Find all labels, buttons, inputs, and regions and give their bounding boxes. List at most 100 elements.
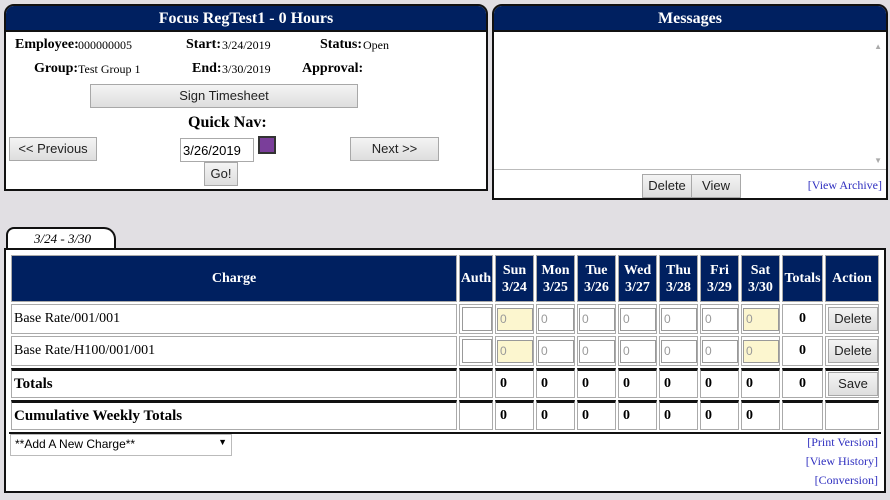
cumulative-day-total: 0 [741, 400, 780, 430]
day-date: 3/24 [502, 279, 527, 295]
employee-label: Employee: [15, 37, 79, 52]
totals-row: Totals 0 0 0 0 0 0 0 0 Save [11, 368, 879, 398]
go-button[interactable]: Go! [204, 162, 238, 186]
scroll-up-icon[interactable]: ▲ [874, 42, 882, 51]
hours-input[interactable] [702, 307, 738, 331]
day-date: 3/29 [707, 279, 732, 295]
hours-input[interactable] [579, 307, 615, 331]
hours-input[interactable] [702, 339, 738, 363]
status-label: Status: [320, 37, 363, 52]
day-name: Wed [623, 262, 652, 278]
day-name: Mon [541, 262, 570, 278]
header-day: Wed 3/27 [618, 255, 657, 302]
header-day: Sun 3/24 [495, 255, 534, 302]
messages-list[interactable]: ▲ ▼ [494, 34, 886, 170]
sign-timesheet-button[interactable]: Sign Timesheet [90, 84, 358, 108]
header-charge: Charge [11, 255, 457, 302]
cumulative-day-total: 0 [659, 400, 698, 430]
header-day: Sat 3/30 [741, 255, 780, 302]
header-row: Charge Auth Sun 3/24 Mon 3/25 Tue 3/26 Wed 3/27… [11, 255, 879, 302]
totals-label: Totals [11, 368, 457, 398]
group-value: Test Group 1 [78, 62, 141, 76]
day-name: Thu [666, 262, 691, 278]
dropdown-arrow-icon: ▼ [218, 437, 227, 447]
end-label: End: [192, 61, 222, 76]
day-date: 3/30 [748, 279, 773, 295]
day-name: Tue [585, 262, 608, 278]
delete-row-button[interactable]: Delete [828, 307, 878, 331]
hours-input[interactable] [497, 339, 533, 363]
delete-row-button[interactable]: Delete [828, 339, 878, 363]
day-total: 0 [536, 368, 575, 398]
day-date: 3/25 [543, 279, 568, 295]
hours-input[interactable] [538, 307, 574, 331]
quick-nav-label: Quick Nav: [188, 114, 267, 131]
header-day: Tue 3/26 [577, 255, 616, 302]
timesheet-title: Focus RegTest1 - 0 Hours [6, 6, 486, 32]
day-date: 3/27 [625, 279, 650, 295]
timesheet-grid-panel: Charge Auth Sun 3/24 Mon 3/25 Tue 3/26 Wed 3/27… [4, 248, 886, 493]
hours-input[interactable] [620, 339, 656, 363]
hours-input[interactable] [661, 339, 697, 363]
cumulative-label: Cumulative Weekly Totals [11, 400, 457, 430]
cumulative-day-total: 0 [536, 400, 575, 430]
auth-input[interactable] [462, 307, 492, 331]
add-charge-select[interactable]: **Add A New Charge** ▼ [10, 434, 232, 456]
previous-button[interactable]: << Previous [9, 137, 97, 161]
next-button[interactable]: Next >> [350, 137, 439, 161]
hours-input[interactable] [579, 339, 615, 363]
charge-row: Base Rate/H100/001/001 0Delete [11, 336, 879, 366]
quick-nav-date-input[interactable] [180, 138, 254, 162]
hours-input[interactable] [538, 339, 574, 363]
approval-label: Approval: [302, 61, 364, 76]
day-total: 0 [700, 368, 739, 398]
timesheet-table: Charge Auth Sun 3/24 Mon 3/25 Tue 3/26 Wed 3/27… [9, 253, 881, 434]
day-name: Sun [502, 262, 527, 278]
add-charge-value: **Add A New Charge** [15, 437, 136, 451]
day-total: 0 [577, 368, 616, 398]
header-auth: Auth [459, 255, 493, 302]
view-history-link[interactable]: [View History] [806, 454, 878, 469]
employee-value: 000000005 [78, 38, 132, 52]
messages-panel: Messages ▲ ▼ Delete View [View Archive] [492, 4, 888, 200]
messages-title: Messages [494, 6, 886, 32]
cumulative-row: Cumulative Weekly Totals 0 0 0 0 0 0 0 [11, 400, 879, 430]
header-day: Thu 3/28 [659, 255, 698, 302]
row-total: 0 [782, 336, 823, 366]
day-date: 3/26 [584, 279, 609, 295]
cumulative-day-total: 0 [495, 400, 534, 430]
charge-name: Base Rate/H100/001/001 [11, 336, 457, 366]
start-value: 3/24/2019 [222, 38, 271, 52]
day-total: 0 [495, 368, 534, 398]
scroll-down-icon[interactable]: ▼ [874, 156, 882, 165]
day-total: 0 [618, 368, 657, 398]
cumulative-day-total: 0 [577, 400, 616, 430]
grand-total: 0 [782, 368, 823, 398]
day-name: Sat [750, 262, 771, 278]
message-view-button[interactable]: View [691, 174, 741, 198]
hours-input[interactable] [620, 307, 656, 331]
start-label: Start: [186, 37, 221, 52]
message-delete-button[interactable]: Delete [642, 174, 692, 198]
conversion-link[interactable]: [Conversion] [815, 473, 878, 488]
header-day: Mon 3/25 [536, 255, 575, 302]
auth-input[interactable] [462, 339, 492, 363]
group-label: Group: [34, 61, 79, 76]
status-value: Open [363, 38, 389, 52]
print-version-link[interactable]: [Print Version] [807, 435, 878, 450]
cumulative-day-total: 0 [618, 400, 657, 430]
save-button[interactable]: Save [828, 372, 878, 396]
day-name: Fri [710, 262, 729, 278]
hours-input[interactable] [661, 307, 697, 331]
view-archive-link[interactable]: [View Archive] [808, 178, 882, 193]
hours-input[interactable] [743, 339, 779, 363]
header-totals: Totals [782, 255, 823, 302]
hours-input[interactable] [497, 307, 533, 331]
charge-row: Base Rate/001/001 0Delete [11, 304, 879, 334]
calendar-icon[interactable] [258, 136, 276, 154]
hours-input[interactable] [743, 307, 779, 331]
day-total: 0 [659, 368, 698, 398]
row-total: 0 [782, 304, 823, 334]
day-date: 3/28 [666, 279, 691, 295]
day-total: 0 [741, 368, 780, 398]
